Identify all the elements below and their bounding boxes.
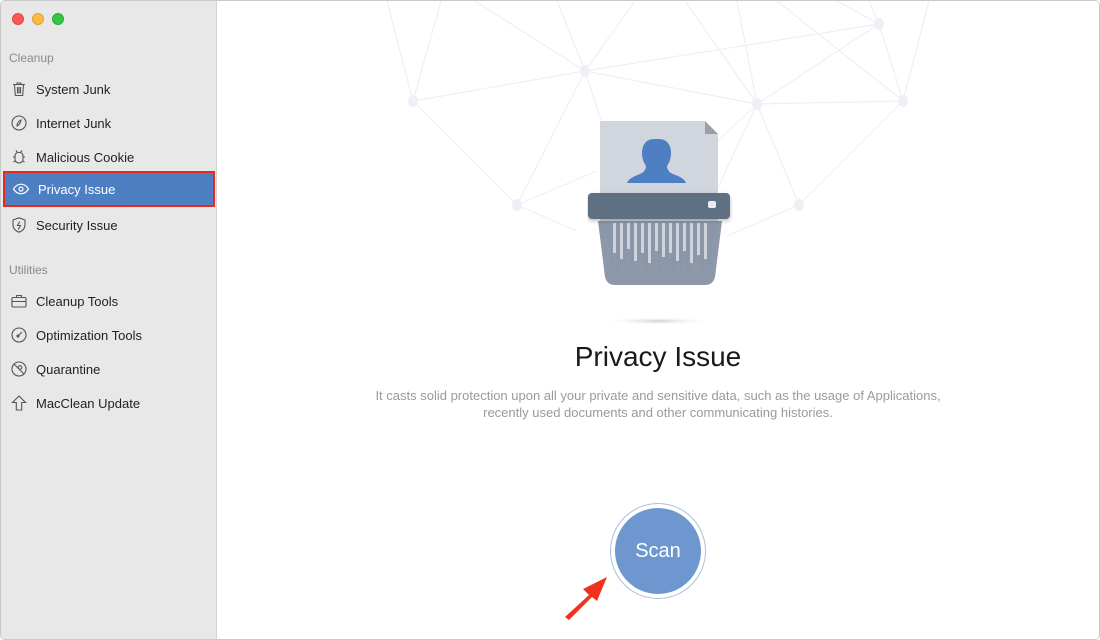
minimize-window-button[interactable] [32, 13, 44, 25]
compass-leaf-icon [10, 114, 28, 132]
sidebar-item-privacy-issue[interactable]: Privacy Issue [3, 171, 215, 207]
sidebar-item-label: System Junk [36, 81, 111, 97]
shield-bolt-icon [10, 216, 28, 234]
app-window: Cleanup System Junk Internet Junk Malici… [0, 0, 1100, 640]
arrow-up-icon [10, 394, 28, 412]
sidebar-item-label: Quarantine [36, 361, 101, 377]
description-line-2: recently used documents and other commun… [483, 405, 833, 420]
sidebar-item-malicious-cookie[interactable]: Malicious Cookie [1, 140, 216, 174]
sidebar-item-system-junk[interactable]: System Junk [1, 72, 216, 106]
shredder-indicator [708, 201, 716, 208]
main-content: Privacy Issue It casts solid protection … [217, 1, 1099, 639]
sidebar-item-label: Malicious Cookie [36, 149, 135, 165]
maximize-window-button[interactable] [52, 13, 64, 25]
trash-icon [10, 80, 28, 98]
eye-icon [12, 180, 30, 198]
toolbox-icon [10, 292, 28, 310]
sidebar-item-label: Security Issue [36, 217, 118, 233]
shredder-illustration [588, 121, 730, 325]
sidebar-item-quarantine[interactable]: Quarantine [1, 352, 216, 386]
quarantine-icon [10, 360, 28, 378]
sidebar-item-security-issue[interactable]: Security Issue [1, 208, 216, 242]
bug-icon [10, 148, 28, 166]
sidebar-item-label: MacClean Update [36, 395, 141, 411]
window-controls [12, 13, 64, 25]
section-label-cleanup: Cleanup [9, 51, 54, 65]
annotation-arrow-icon [565, 577, 607, 620]
sidebar-item-label: Optimization Tools [36, 327, 142, 343]
sidebar-item-label: Internet Junk [36, 115, 112, 131]
scan-button-ring: Scan [610, 503, 706, 599]
sidebar-item-label: Privacy Issue [38, 181, 116, 197]
page-title: Privacy Issue [574, 341, 742, 372]
sidebar-item-macclean-update[interactable]: MacClean Update [1, 386, 216, 420]
sidebar-item-label: Cleanup Tools [36, 293, 119, 309]
sidebar-item-optimization-tools[interactable]: Optimization Tools [1, 318, 216, 352]
sidebar-item-cleanup-tools[interactable]: Cleanup Tools [1, 284, 216, 318]
sidebar-item-internet-junk[interactable]: Internet Junk [1, 106, 216, 140]
scan-button[interactable]: Scan [615, 508, 701, 594]
gauge-icon [10, 326, 28, 344]
close-window-button[interactable] [12, 13, 24, 25]
section-label-utilities: Utilities [9, 263, 48, 277]
sidebar: Cleanup System Junk Internet Junk Malici… [1, 1, 217, 639]
description-line-1: It casts solid protection upon all your … [375, 388, 941, 403]
shadow [602, 317, 714, 325]
page-description: It casts solid protection upon all your … [337, 387, 979, 421]
